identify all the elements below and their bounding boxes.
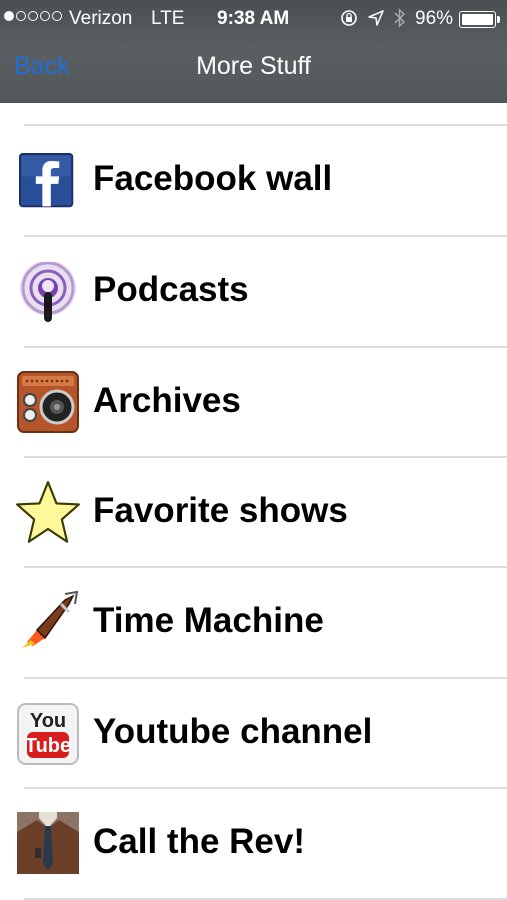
battery-tip xyxy=(497,16,500,23)
menu-item-label: Favorite shows xyxy=(93,491,348,530)
page-title: More Stuff xyxy=(196,52,311,80)
carrier-name: Verizon xyxy=(69,8,133,29)
menu-item-call-the-rev[interactable]: Call the Rev! xyxy=(0,789,507,899)
top-bar: Verizon LTE 9:38 AM 96% Back More Stuff xyxy=(0,0,507,103)
svg-text:Tube: Tube xyxy=(25,735,71,757)
menu-item-label: Archives xyxy=(93,381,241,420)
menu-item-label: Podcasts xyxy=(93,270,249,309)
radio-archive-icon xyxy=(17,371,79,433)
network-type: LTE xyxy=(151,8,185,29)
battery-fill xyxy=(462,14,493,25)
orientation-lock-icon xyxy=(341,10,357,26)
podcasts-icon xyxy=(20,262,76,322)
signal-dot xyxy=(40,11,50,21)
signal-dot xyxy=(28,11,38,21)
menu-item-label: Time Machine xyxy=(93,601,324,640)
clock-time: 9:38 AM xyxy=(217,8,290,29)
status-icons xyxy=(340,8,406,28)
menu-item-label: Call the Rev! xyxy=(93,822,305,861)
menu-item-favorite-shows[interactable]: Favorite shows xyxy=(0,458,507,568)
youtube-icon: You Tube xyxy=(17,703,79,765)
svg-text:You: You xyxy=(30,710,66,732)
rev-photo-icon xyxy=(17,812,79,874)
menu-item-archives[interactable]: Archives xyxy=(0,348,507,458)
menu-item-label: Youtube channel xyxy=(93,712,373,751)
menu-item-youtube-channel[interactable]: You Tube Youtube channel xyxy=(0,679,507,789)
menu-item-podcasts[interactable]: Podcasts xyxy=(0,237,507,347)
bluetooth-icon xyxy=(394,8,406,28)
battery-icon xyxy=(459,11,500,28)
star-icon xyxy=(16,481,80,543)
signal-dot xyxy=(4,11,14,21)
facebook-icon xyxy=(19,153,74,208)
menu-item-label: Facebook wall xyxy=(93,159,333,198)
rocket-icon xyxy=(22,590,79,648)
battery-percent: 96% xyxy=(415,8,454,29)
menu-item-facebook-wall[interactable]: Facebook wall xyxy=(0,126,507,236)
signal-dot xyxy=(16,11,26,21)
signal-strength-icon xyxy=(4,11,62,21)
location-arrow-icon xyxy=(368,10,384,26)
status-bar: Verizon LTE 9:38 AM 96% xyxy=(0,0,507,38)
menu-item-time-machine[interactable]: Time Machine xyxy=(0,568,507,678)
signal-dot xyxy=(52,11,62,21)
